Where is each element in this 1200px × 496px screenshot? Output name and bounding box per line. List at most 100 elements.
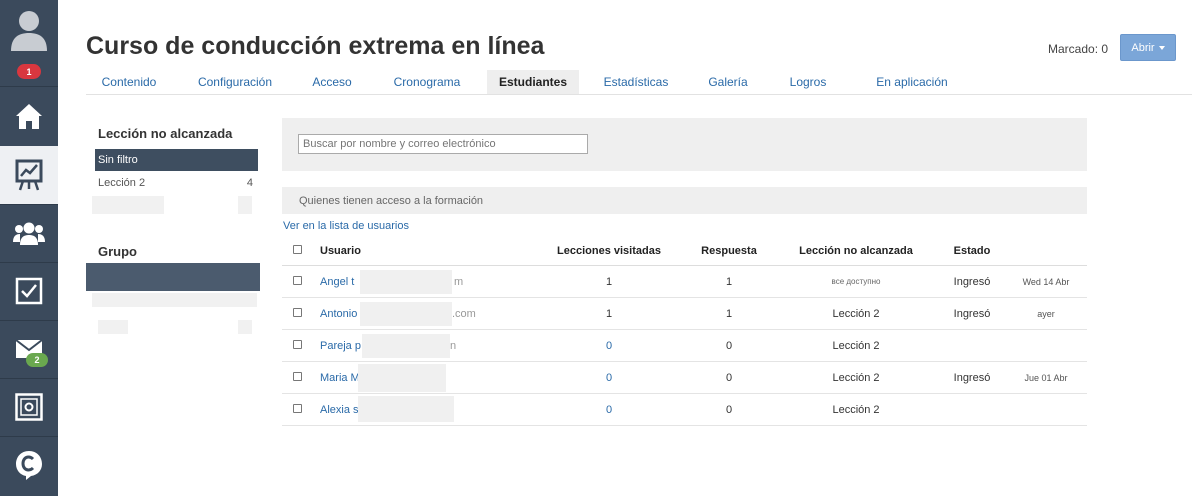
chat-logo-icon — [16, 451, 42, 480]
tab-settings[interactable]: Configuración — [186, 70, 284, 94]
unreached-lesson-value: Lección 2 — [832, 307, 880, 320]
open-button-label: Abrir — [1131, 41, 1155, 54]
answer-value: 0 — [725, 371, 733, 384]
access-section-bar: Quienes tienen acceso a la formación — [282, 187, 1087, 214]
column-status[interactable]: Estado — [942, 236, 1002, 266]
tab-access[interactable]: Acceso — [300, 70, 364, 94]
filter-lesson-2-count: 4 — [246, 177, 253, 189]
blurred-filter-count — [238, 196, 252, 214]
blurred-group-item[interactable] — [92, 293, 257, 307]
rail-item-messages[interactable] — [0, 320, 58, 378]
table-row[interactable]: Pareja p n 0 0 Lección 2 — [282, 330, 1087, 362]
notifications-badge[interactable]: 1 — [17, 64, 41, 79]
status-value: Ingresó — [953, 307, 991, 320]
tab-content[interactable]: Contenido — [86, 70, 172, 94]
rail-item-home[interactable] — [0, 87, 58, 145]
status-value — [942, 394, 1002, 425]
lessons-visited-value: 1 — [605, 307, 613, 320]
filter-lesson-2[interactable]: Lección 2 4 — [98, 177, 253, 189]
answer-value: 0 — [725, 403, 733, 416]
student-name-link[interactable]: Angel t — [320, 266, 354, 297]
student-email-suffix: m — [454, 275, 464, 288]
blurred-email — [362, 334, 450, 358]
avatar[interactable] — [0, 0, 58, 58]
column-unreached-lesson[interactable]: Lección no alcanzada — [786, 236, 926, 266]
course-tabs: Contenido Configuración Acceso Cronogram… — [86, 70, 1192, 95]
blurred-group-selected[interactable] — [86, 263, 260, 291]
select-all-checkbox[interactable] — [293, 245, 302, 254]
rail-item-users[interactable] — [0, 204, 58, 262]
tab-gallery[interactable]: Galería — [703, 70, 753, 94]
user-avatar-icon — [11, 11, 47, 51]
last-login-date: ayer — [1037, 308, 1055, 319]
left-navigation-rail: 1 2 — [0, 0, 58, 496]
users-icon — [13, 222, 45, 245]
lesson-filter-heading: Lección no alcanzada — [98, 126, 233, 141]
tab-students[interactable]: Estudiantes — [487, 70, 579, 94]
search-input[interactable] — [298, 134, 588, 154]
row-checkbox[interactable] — [293, 372, 302, 381]
unreached-lesson-value: все доступно — [831, 277, 881, 286]
tab-statistics[interactable]: Estadísticas — [598, 70, 674, 94]
blurred-group-item[interactable] — [98, 320, 128, 334]
row-checkbox[interactable] — [293, 340, 302, 349]
column-lessons-visited[interactable]: Lecciones visitadas — [544, 236, 674, 266]
tab-in-app[interactable]: En aplicación — [864, 70, 960, 94]
marked-count: Marcado: 0 — [1048, 42, 1109, 56]
rail-item-safe[interactable] — [0, 378, 58, 436]
student-email-suffix: .com — [452, 307, 476, 320]
students-table-header: Usuario Lecciones visitadas Respuesta Le… — [282, 236, 1087, 266]
safe-icon — [15, 393, 43, 421]
blurred-filter-item — [92, 196, 164, 214]
status-value — [942, 330, 1002, 361]
search-panel — [282, 118, 1087, 171]
column-answer[interactable]: Respuesta — [689, 236, 769, 266]
open-button[interactable]: Abrir — [1120, 34, 1176, 61]
blurred-email — [358, 364, 446, 392]
lessons-visited-value[interactable]: 0 — [544, 394, 674, 425]
status-value: Ingresó — [953, 275, 991, 288]
lessons-visited-value[interactable]: 0 — [544, 362, 674, 393]
checkbox-icon — [15, 277, 43, 305]
student-name-link[interactable]: Antonio — [320, 298, 357, 329]
rail-item-tasks[interactable] — [0, 262, 58, 320]
chart-board-icon — [15, 159, 43, 191]
last-login-date: Wed 14 Abr — [1022, 276, 1070, 287]
table-row[interactable]: Maria M 0 0 Lección 2 Ingresó Jue 01 Abr — [282, 362, 1087, 394]
last-login-date: Jue 01 Abr — [1024, 372, 1068, 383]
blurred-group-count — [238, 320, 252, 334]
answer-value: 1 — [725, 307, 733, 320]
table-row[interactable]: Alexia s 0 0 Lección 2 — [282, 394, 1087, 426]
unreached-lesson-value: Lección 2 — [832, 339, 880, 352]
student-name-link[interactable]: Maria M — [320, 362, 360, 393]
blurred-email — [360, 302, 452, 326]
rail-item-courses[interactable] — [0, 146, 58, 204]
home-icon — [16, 104, 42, 129]
student-name-link[interactable]: Alexia s — [320, 394, 359, 425]
row-checkbox[interactable] — [293, 404, 302, 413]
answer-value: 0 — [725, 339, 733, 352]
student-email-suffix: n — [450, 339, 457, 352]
filter-no-filter[interactable]: Sin filtro — [95, 149, 258, 171]
column-user[interactable]: Usuario — [320, 236, 361, 266]
tab-achievements[interactable]: Logros — [784, 70, 832, 94]
table-row[interactable]: Antonio .com 1 1 Lección 2 Ingresó ayer — [282, 298, 1087, 330]
lessons-visited-value[interactable]: 0 — [544, 330, 674, 361]
chevron-down-icon — [1158, 45, 1165, 50]
last-login-date — [1012, 394, 1080, 425]
student-name-link[interactable]: Pareja p — [320, 330, 361, 361]
tab-schedule[interactable]: Cronograma — [384, 70, 470, 94]
lessons-visited-value: 1 — [605, 275, 613, 288]
messages-badge[interactable]: 2 — [26, 353, 48, 367]
view-user-list-link[interactable]: Ver en la lista de usuarios — [283, 220, 409, 232]
group-filter-heading: Grupo — [98, 244, 137, 259]
unreached-lesson-value: Lección 2 — [832, 371, 880, 384]
status-value: Ingresó — [953, 371, 991, 384]
row-checkbox[interactable] — [293, 308, 302, 317]
row-checkbox[interactable] — [293, 276, 302, 285]
blurred-email — [358, 396, 454, 422]
unreached-lesson-value: Lección 2 — [832, 403, 880, 416]
filter-lesson-2-label: Lección 2 — [98, 177, 146, 189]
rail-item-chat[interactable] — [0, 436, 58, 494]
table-row[interactable]: Angel t m 1 1 все доступно Ingresó Wed 1… — [282, 266, 1087, 298]
